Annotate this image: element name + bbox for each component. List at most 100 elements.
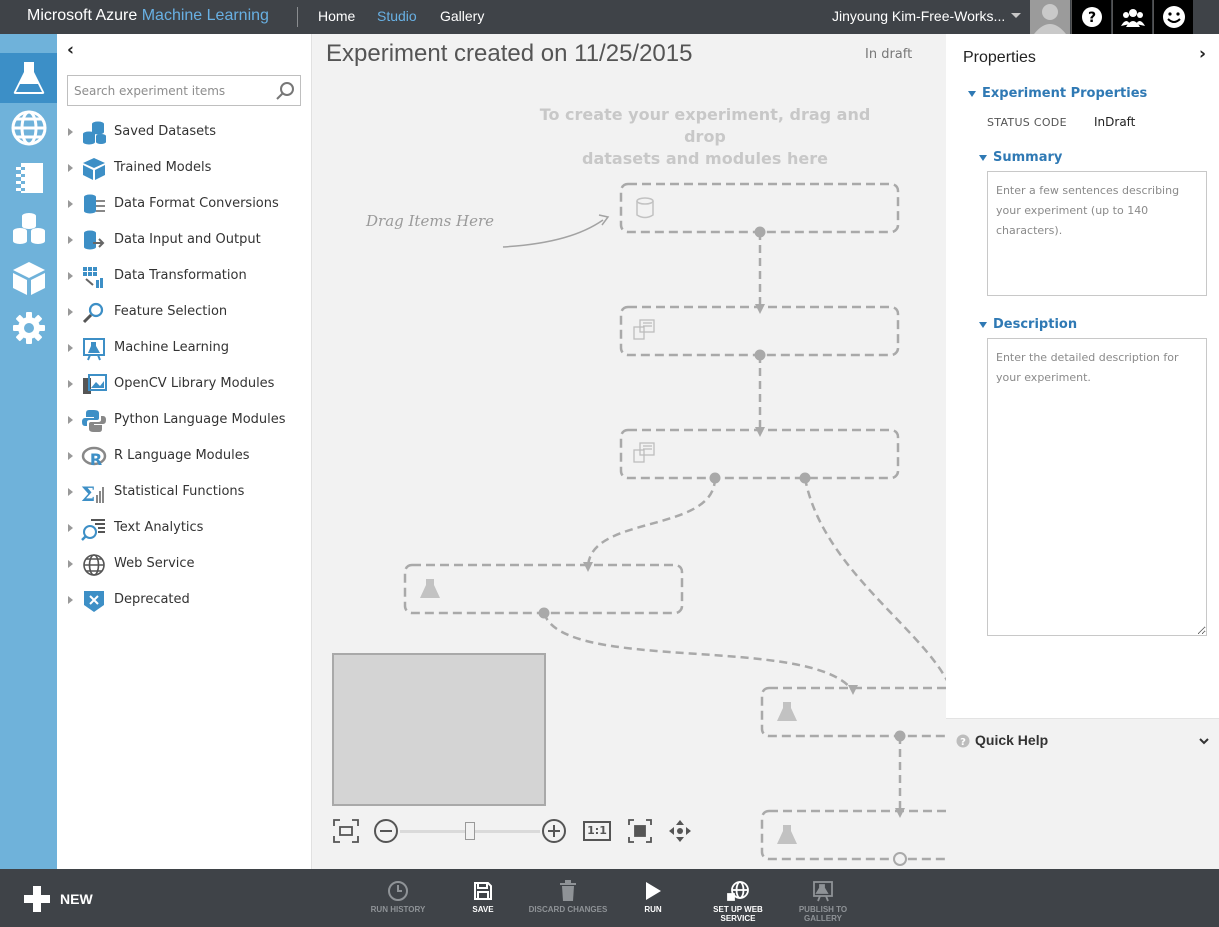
data-input-output-icon xyxy=(81,229,107,253)
svg-text:Σ: Σ xyxy=(81,482,95,505)
run-button[interactable]: RUN xyxy=(608,879,698,914)
chevron-down-icon[interactable] xyxy=(1011,13,1021,18)
brand-main: Microsoft Azure xyxy=(27,7,138,24)
palette-item-saved-datasets[interactable]: Saved Datasets xyxy=(57,115,311,151)
palette-item-label: Data Transformation xyxy=(114,268,247,283)
nav-gallery[interactable]: Gallery xyxy=(440,8,484,24)
palette-item-web-service[interactable]: Web Service xyxy=(57,547,311,583)
brand-logo[interactable]: Microsoft Azure Machine Learning xyxy=(27,7,269,25)
new-button[interactable]: NEW xyxy=(24,885,93,913)
nav-studio[interactable]: Studio xyxy=(377,8,417,24)
expand-arrow-icon[interactable] xyxy=(68,560,73,568)
community-icon[interactable] xyxy=(1112,0,1152,34)
save-button[interactable]: SAVE xyxy=(438,879,528,914)
search-input[interactable] xyxy=(68,76,273,105)
palette-item-deprecated[interactable]: Deprecated xyxy=(57,583,311,619)
gallery-icon xyxy=(778,879,868,903)
publish-to-gallery-button[interactable]: PUBLISH TO GALLERY xyxy=(778,879,868,923)
expand-arrow-icon[interactable] xyxy=(68,272,73,280)
description-field[interactable] xyxy=(987,338,1207,636)
statistical-functions-icon: Σ xyxy=(81,481,107,506)
experiment-canvas[interactable]: Experiment created on 11/25/2015 In draf… xyxy=(313,34,946,869)
trash-icon xyxy=(523,879,613,903)
save-label: SAVE xyxy=(472,905,494,914)
expand-arrow-icon[interactable] xyxy=(68,380,73,388)
svg-text:?: ? xyxy=(960,737,966,748)
palette-item-text-analytics[interactable]: Text Analytics xyxy=(57,511,311,547)
summary-header[interactable]: Summary xyxy=(979,150,1062,165)
trained-models-icon[interactable] xyxy=(0,253,57,303)
run-label: RUN xyxy=(644,905,662,914)
feedback-smiley-icon[interactable] xyxy=(1153,0,1193,34)
palette-item-trained-models[interactable]: Trained Models xyxy=(57,151,311,187)
user-menu[interactable]: Jinyoung Kim-Free-Works... xyxy=(832,8,1005,24)
pan-icon[interactable] xyxy=(666,816,694,846)
brand-accent: Machine Learning xyxy=(141,7,269,24)
r-language-icon: R xyxy=(81,445,107,469)
palette-item-label: OpenCV Library Modules xyxy=(114,376,275,391)
expand-arrow-icon[interactable] xyxy=(68,128,73,136)
setup-web-service-button[interactable]: SET UP WEB SERVICE xyxy=(693,879,783,923)
palette-item-opencv[interactable]: OpenCV Library Modules xyxy=(57,367,311,403)
palette-item-label: Data Format Conversions xyxy=(114,196,279,211)
data-format-conversions-icon xyxy=(81,193,107,217)
expand-arrow-icon[interactable] xyxy=(68,524,73,532)
palette-item-data-format-conversions[interactable]: Data Format Conversions xyxy=(57,187,311,223)
palette-item-r-language[interactable]: R R Language Modules xyxy=(57,439,311,475)
expand-arrow-icon[interactable] xyxy=(68,596,73,604)
run-history-button[interactable]: RUN HISTORY xyxy=(353,879,443,914)
actual-size-button[interactable]: 1:1 xyxy=(582,816,612,846)
header-divider xyxy=(297,7,298,27)
collapse-palette-icon[interactable]: ‹ xyxy=(67,40,74,60)
expand-arrow-icon[interactable] xyxy=(68,308,73,316)
nav-home[interactable]: Home xyxy=(318,8,355,24)
chevron-down-icon[interactable] xyxy=(1198,731,1210,750)
expand-triangle-icon xyxy=(968,90,976,97)
expand-arrow-icon[interactable] xyxy=(68,488,73,496)
data-transformation-icon xyxy=(81,265,107,289)
expand-arrow-icon[interactable] xyxy=(68,344,73,352)
palette-item-data-transformation[interactable]: Data Transformation xyxy=(57,259,311,295)
center-selection-icon[interactable] xyxy=(626,816,654,846)
search-icon[interactable] xyxy=(275,81,295,105)
summary-field[interactable] xyxy=(987,171,1207,296)
new-label: NEW xyxy=(60,891,93,907)
fit-to-screen-icon[interactable] xyxy=(332,816,360,846)
palette-item-data-input-output[interactable]: Data Input and Output xyxy=(57,223,311,259)
palette-item-machine-learning[interactable]: Machine Learning xyxy=(57,331,311,367)
minimap[interactable] xyxy=(332,653,546,806)
expand-arrow-icon[interactable] xyxy=(68,416,73,424)
publish-line1: PUBLISH TO xyxy=(798,905,848,914)
zoom-slider[interactable] xyxy=(400,816,540,846)
palette-item-label: R Language Modules xyxy=(114,448,250,463)
web-service-globe-icon xyxy=(693,879,783,903)
collapse-properties-icon[interactable]: › xyxy=(1199,44,1206,64)
expand-arrow-icon[interactable] xyxy=(68,164,73,172)
experiment-properties-header[interactable]: Experiment Properties xyxy=(968,86,1147,101)
description-header[interactable]: Description xyxy=(979,317,1077,332)
palette-item-label: Deprecated xyxy=(114,592,190,607)
zoom-out-icon[interactable] xyxy=(372,816,400,846)
palette-item-statistical-functions[interactable]: Σ Statistical Functions xyxy=(57,475,311,511)
help-icon[interactable]: ? xyxy=(1071,0,1111,34)
avatar[interactable] xyxy=(1030,0,1070,34)
expand-arrow-icon[interactable] xyxy=(68,200,73,208)
run-history-label: RUN HISTORY xyxy=(370,905,426,914)
quick-help-title[interactable]: Quick Help xyxy=(975,732,1048,748)
expand-arrow-icon[interactable] xyxy=(68,452,73,460)
python-icon xyxy=(81,409,107,433)
experiments-icon[interactable] xyxy=(0,53,57,103)
web-services-icon[interactable] xyxy=(0,103,57,153)
palette-item-label: Python Language Modules xyxy=(114,412,286,427)
notebooks-icon[interactable] xyxy=(0,153,57,203)
zoom-in-icon[interactable] xyxy=(540,816,568,846)
expand-arrow-icon[interactable] xyxy=(68,236,73,244)
palette-item-python[interactable]: Python Language Modules xyxy=(57,403,311,439)
palette-item-feature-selection[interactable]: Feature Selection xyxy=(57,295,311,331)
zoom-slider-thumb[interactable] xyxy=(465,822,475,840)
settings-icon[interactable] xyxy=(0,303,57,353)
datasets-icon[interactable] xyxy=(0,203,57,253)
quick-help-panel: ? Quick Help xyxy=(946,718,1219,869)
discard-changes-button[interactable]: DISCARD CHANGES xyxy=(523,879,613,914)
placeholder-module-transform-1 xyxy=(619,305,900,357)
